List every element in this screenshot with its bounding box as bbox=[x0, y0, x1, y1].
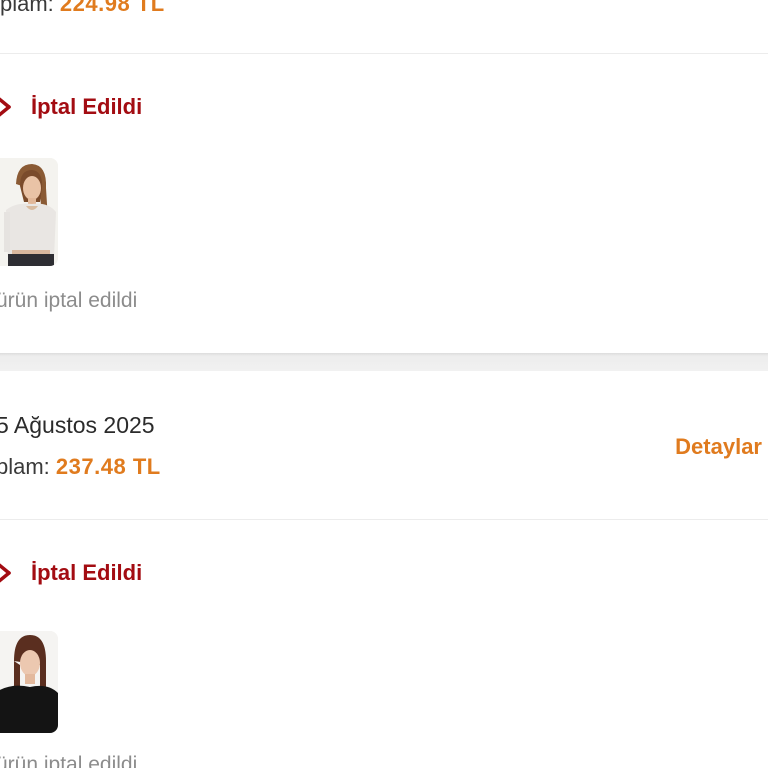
order-total: plam: 237.48 TL bbox=[0, 454, 161, 480]
order-total-amount: 237.48 TL bbox=[55, 454, 161, 479]
order-status-text: İptal Edildi bbox=[31, 560, 143, 585]
divider bbox=[0, 519, 768, 520]
order-card-separator bbox=[0, 353, 768, 371]
cancel-x-icon bbox=[0, 97, 11, 117]
order-date: 5 Ağustos 2025 bbox=[0, 412, 155, 438]
order-total-amount: 224.98 TL bbox=[59, 0, 165, 16]
divider bbox=[0, 53, 768, 54]
cancel-x-icon bbox=[0, 563, 11, 583]
order-details-link[interactable]: Detaylar bbox=[675, 434, 762, 460]
product-photo-white-top bbox=[0, 158, 58, 266]
product-photo-black-top bbox=[0, 631, 58, 733]
order-total-label: plam: bbox=[0, 454, 56, 479]
order-status-text: İptal Edildi bbox=[31, 94, 143, 119]
order-note: ürün iptal edildi bbox=[0, 289, 138, 312]
order-total: plam: 224.98 TL bbox=[0, 0, 165, 17]
product-thumbnail[interactable] bbox=[0, 631, 58, 733]
product-thumbnail[interactable] bbox=[0, 158, 58, 266]
order-note: ürün iptal edildi bbox=[0, 753, 138, 768]
order-total-label: plam: bbox=[0, 0, 60, 16]
order-history-screen: plam: 224.98 TL İptal Edildi ürün iptal … bbox=[0, 0, 768, 768]
